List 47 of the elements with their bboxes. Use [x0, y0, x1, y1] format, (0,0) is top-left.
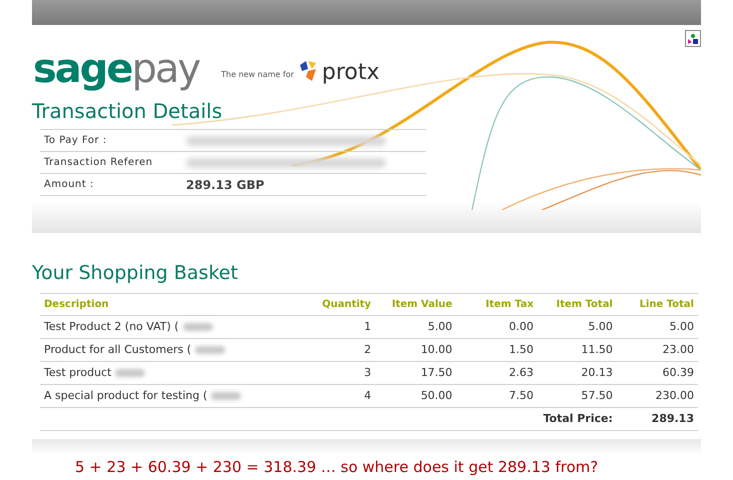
table-cell: 20.13	[538, 362, 617, 384]
redacted-text	[115, 368, 146, 377]
table-cell: 230.00	[616, 384, 698, 408]
column-header: Item Tax	[456, 294, 538, 316]
field-value: 289.13 GBP	[186, 176, 264, 194]
redacted-text	[182, 322, 213, 331]
table-cell: A special product for testing (	[44, 388, 208, 402]
redacted-text	[195, 346, 226, 354]
field-label: To Pay For :	[43, 134, 108, 148]
table-cell: Product for all Customers (	[44, 342, 192, 356]
table-cell: 57.50	[538, 384, 617, 408]
field-label: Transaction Referen	[43, 156, 154, 170]
tagline: The new name for	[221, 69, 294, 81]
table-cell: 2.63	[456, 362, 538, 384]
sagepay-logo: sagepay	[33, 49, 200, 89]
table-cell: 23.00	[616, 338, 698, 362]
annotation-text: 5 + 23 + 60.39 + 230 = 318.39 … so where does it get 289.13 from?	[75, 457, 600, 478]
table-cell: 7.50	[456, 384, 538, 408]
table-cell: 17.50	[375, 362, 456, 384]
field-label: Amount :	[43, 178, 95, 192]
table-cell: 0.00	[456, 316, 538, 338]
table-cell: 5.00	[538, 316, 617, 338]
table-cell: 2	[304, 338, 376, 362]
table-cell: Test Product 2 (no VAT) (	[44, 320, 179, 333]
table-cell: Test product	[44, 366, 112, 379]
column-header: Quantity	[304, 294, 376, 316]
table-cell: 3	[304, 362, 376, 384]
section-title: Your Shopping Basket	[32, 261, 239, 285]
total-label: Total Price:	[538, 408, 617, 430]
column-header: Item Value	[375, 294, 456, 316]
table-cell: 1.50	[456, 338, 538, 362]
table-cell: 10.00	[375, 338, 456, 362]
table-cell: 1	[304, 316, 376, 338]
broken-image-icon	[685, 30, 701, 47]
column-header: Description	[40, 294, 304, 316]
column-header: Item Total	[538, 294, 617, 316]
table-cell: 50.00	[375, 384, 456, 408]
column-header: Line Total	[616, 294, 698, 316]
table-cell: 4	[304, 384, 376, 408]
table-cell: 60.39	[616, 362, 698, 384]
total-value: 289.13	[616, 408, 698, 430]
table-cell: 5.00	[616, 316, 698, 338]
protx-logo: protx	[322, 61, 380, 85]
redacted-text	[211, 392, 242, 400]
section-title: Transaction Details	[32, 99, 224, 123]
table-cell: 5.00	[375, 316, 456, 338]
table-cell: 11.50	[538, 338, 617, 362]
